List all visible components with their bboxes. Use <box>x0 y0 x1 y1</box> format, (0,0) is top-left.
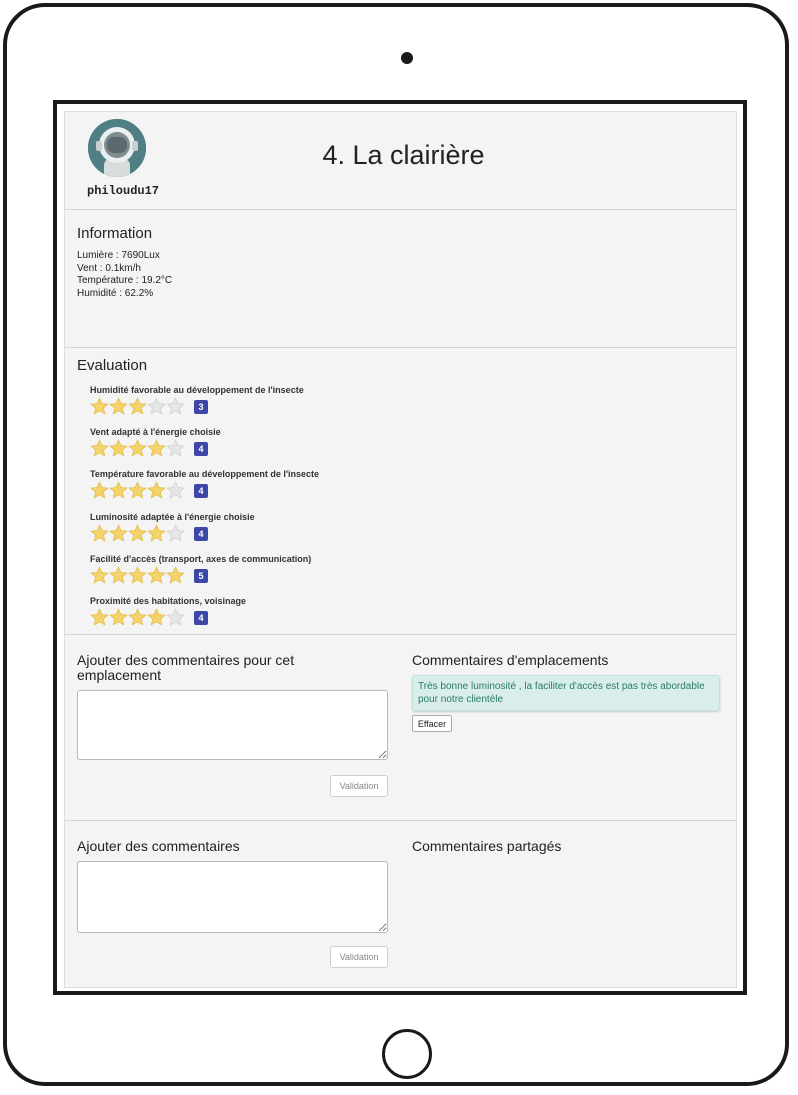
star-filled-icon[interactable] <box>109 439 128 458</box>
star-filled-icon[interactable] <box>147 524 166 543</box>
location-comment-item: Très bonne luminosité , la faciliter d'a… <box>412 675 720 711</box>
star-filled-icon[interactable] <box>90 481 109 500</box>
shared-comments-section: Ajouter des commentaires Validation Comm… <box>65 821 736 989</box>
location-comment-textarea[interactable] <box>77 690 388 760</box>
criterion-label: Vent adapté à l'énergie choisie <box>90 427 221 437</box>
criterion-wind: Vent adapté à l'énergie choisie 4 <box>90 426 221 458</box>
criterion-humidity: Humidité favorable au développement de l… <box>90 384 304 416</box>
evaluation-section: Evaluation Humidité favorable au dévelop… <box>65 348 736 635</box>
criterion-label: Humidité favorable au développement de l… <box>90 385 304 395</box>
page-content: philoudu17 4. La clairière Information L… <box>64 111 737 988</box>
star-empty-icon[interactable] <box>147 397 166 416</box>
star-rating[interactable] <box>90 439 185 458</box>
star-rating[interactable] <box>90 481 185 500</box>
criterion-neighborhood: Proximité des habitations, voisinage 4 <box>90 595 246 627</box>
add-location-comment-title: Ajouter des commentaires pour cet emplac… <box>77 652 295 683</box>
tablet-screen: philoudu17 4. La clairière Information L… <box>53 100 747 995</box>
camera-dot <box>401 52 413 64</box>
info-humidity: Humidité : 62.2% <box>77 287 154 299</box>
star-filled-icon[interactable] <box>147 608 166 627</box>
star-filled-icon[interactable] <box>109 524 128 543</box>
location-comments-section: Ajouter des commentaires pour cet emplac… <box>65 635 736 821</box>
star-rating[interactable] <box>90 524 185 543</box>
criterion-label: Proximité des habitations, voisinage <box>90 596 247 606</box>
location-comment-submit-button[interactable]: Validation <box>330 775 388 797</box>
criterion-label: Facilité d'accès (transport, axes de com… <box>90 554 312 564</box>
criterion-temperature: Température favorable au développement d… <box>90 468 319 500</box>
star-empty-icon[interactable] <box>166 481 185 500</box>
star-filled-icon[interactable] <box>109 481 128 500</box>
star-filled-icon[interactable] <box>128 397 147 416</box>
rating-badge: 4 <box>194 526 208 541</box>
evaluation-title: Evaluation <box>77 357 148 374</box>
star-filled-icon[interactable] <box>90 397 109 416</box>
info-light: Lumière : 7690Lux <box>77 250 160 261</box>
rating-badge: 4 <box>194 610 208 625</box>
star-filled-icon[interactable] <box>147 439 166 458</box>
criterion-label: Température favorable au développement d… <box>90 469 320 479</box>
star-empty-icon[interactable] <box>166 397 185 416</box>
criterion-access: Facilité d'accès (transport, axes de com… <box>90 553 311 585</box>
username: philoudu17 <box>87 184 160 198</box>
star-rating[interactable] <box>90 397 185 416</box>
page-title: 4. La clairière <box>322 140 485 170</box>
shared-comment-textarea[interactable] <box>77 861 388 933</box>
shared-comments-list-title: Commentaires partagés <box>412 838 562 854</box>
criterion-light: Luminosité adaptée à l'énergie choisie 4 <box>90 511 255 543</box>
star-filled-icon[interactable] <box>90 439 109 458</box>
star-filled-icon[interactable] <box>128 524 147 543</box>
star-empty-icon[interactable] <box>166 524 185 543</box>
star-filled-icon[interactable] <box>90 566 109 585</box>
star-rating[interactable] <box>90 566 185 585</box>
add-shared-comment-title: Ajouter des commentaires <box>77 838 240 854</box>
rating-badge: 3 <box>194 399 208 414</box>
star-filled-icon[interactable] <box>90 524 109 543</box>
delete-comment-button[interactable]: Effacer <box>412 715 452 732</box>
star-filled-icon[interactable] <box>109 566 128 585</box>
information-title: Information <box>77 225 153 242</box>
info-temperature: Température : 19.2°C <box>77 275 173 286</box>
star-filled-icon[interactable] <box>166 566 185 585</box>
information-lines: Lumière : 7690Lux Vent : 0.1km/h Tempéra… <box>77 250 172 300</box>
criterion-label: Luminosité adaptée à l'énergie choisie <box>90 512 255 522</box>
star-filled-icon[interactable] <box>109 608 128 627</box>
info-wind: Vent : 0.1km/h <box>77 262 141 274</box>
star-empty-icon[interactable] <box>166 608 185 627</box>
home-button[interactable] <box>382 1029 432 1079</box>
location-comments-list-title: Commentaires d'emplacements <box>412 652 609 668</box>
rating-badge: 4 <box>194 441 208 456</box>
star-filled-icon[interactable] <box>128 608 147 627</box>
shared-comment-submit-button[interactable]: Validation <box>330 946 388 968</box>
star-rating[interactable] <box>90 608 185 627</box>
header-section: philoudu17 4. La clairière <box>65 112 736 210</box>
star-empty-icon[interactable] <box>166 439 185 458</box>
rating-badge: 4 <box>194 483 208 498</box>
star-filled-icon[interactable] <box>90 608 109 627</box>
rating-badge: 5 <box>194 568 208 583</box>
information-section: Information Lumière : 7690Lux Vent : 0.1… <box>65 210 736 348</box>
star-filled-icon[interactable] <box>128 566 147 585</box>
star-filled-icon[interactable] <box>147 481 166 500</box>
star-filled-icon[interactable] <box>147 566 166 585</box>
star-filled-icon[interactable] <box>128 481 147 500</box>
star-filled-icon[interactable] <box>109 397 128 416</box>
star-filled-icon[interactable] <box>128 439 147 458</box>
